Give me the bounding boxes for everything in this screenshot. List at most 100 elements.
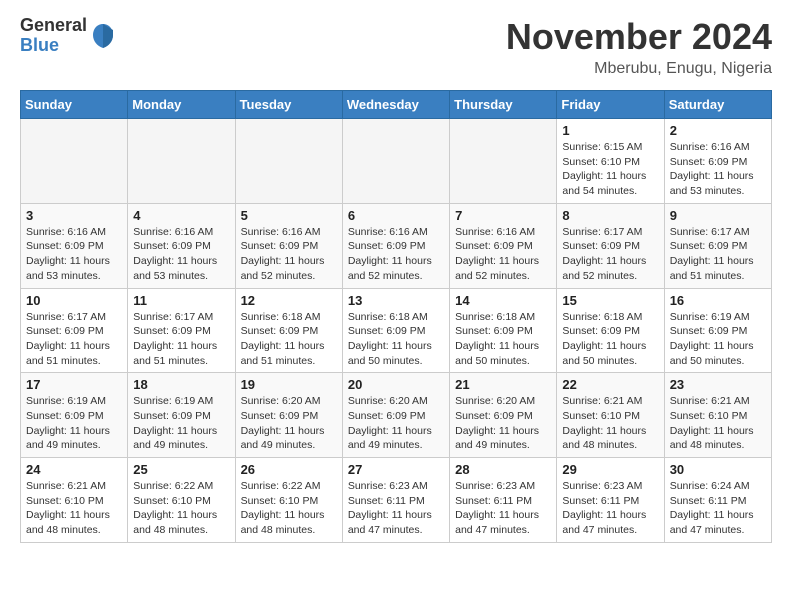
calendar-day-cell: 9 Sunrise: 6:17 AM Sunset: 6:09 PM Daylig… — [664, 203, 771, 288]
calendar-day-cell: 15 Sunrise: 6:18 AM Sunset: 6:09 PM Dayli… — [557, 288, 664, 373]
day-info: Sunrise: 6:16 AM Sunset: 6:09 PM Dayligh… — [670, 140, 766, 199]
calendar-day-cell: 13 Sunrise: 6:18 AM Sunset: 6:09 PM Dayli… — [342, 288, 449, 373]
day-number: 24 — [26, 462, 122, 477]
day-number: 12 — [241, 293, 337, 308]
day-info: Sunrise: 6:18 AM Sunset: 6:09 PM Dayligh… — [348, 310, 444, 369]
calendar-day-cell: 28Sunrise: 6:23 AM Sunset: 6:11 PM Dayli… — [450, 458, 557, 543]
day-info: Sunrise: 6:16 AM Sunset: 6:09 PM Dayligh… — [348, 225, 444, 284]
day-number: 4 — [133, 208, 229, 223]
day-number: 9 — [670, 208, 766, 223]
calendar-week-row: 10 Sunrise: 6:17 AM Sunset: 6:09 PM Dayli… — [21, 288, 772, 373]
day-info: Sunrise: 6:17 AM Sunset: 6:09 PM Dayligh… — [562, 225, 658, 284]
month-title: November 2024 — [506, 16, 772, 58]
day-info: Sunrise: 6:17 AM Sunset: 6:09 PM Dayligh… — [670, 225, 766, 284]
calendar-day-cell: 18 Sunrise: 6:19 AM Sunset: 6:09 PM Dayli… — [128, 373, 235, 458]
weekday-header: Saturday — [664, 91, 771, 119]
day-info: Sunrise: 6:19 AM Sunset: 6:09 PM Dayligh… — [670, 310, 766, 369]
calendar-day-cell: 20 Sunrise: 6:20 AM Sunset: 6:09 PM Dayli… — [342, 373, 449, 458]
weekday-header: Friday — [557, 91, 664, 119]
day-info: Sunrise: 6:20 AM Sunset: 6:09 PM Dayligh… — [348, 394, 444, 453]
logo: General Blue — [20, 16, 115, 56]
day-info: Sunrise: 6:24 AM Sunset: 6:11 PM Dayligh… — [670, 479, 766, 538]
calendar-day-cell: 30Sunrise: 6:24 AM Sunset: 6:11 PM Dayli… — [664, 458, 771, 543]
day-number: 23 — [670, 377, 766, 392]
weekday-header: Monday — [128, 91, 235, 119]
day-number: 6 — [348, 208, 444, 223]
day-number: 25 — [133, 462, 229, 477]
day-number: 22 — [562, 377, 658, 392]
day-info: Sunrise: 6:21 AM Sunset: 6:10 PM Dayligh… — [562, 394, 658, 453]
calendar-day-cell: 16 Sunrise: 6:19 AM Sunset: 6:09 PM Dayli… — [664, 288, 771, 373]
day-info: Sunrise: 6:18 AM Sunset: 6:09 PM Dayligh… — [562, 310, 658, 369]
calendar-day-cell: 7 Sunrise: 6:16 AM Sunset: 6:09 PM Daylig… — [450, 203, 557, 288]
day-info: Sunrise: 6:23 AM Sunset: 6:11 PM Dayligh… — [455, 479, 551, 538]
day-info: Sunrise: 6:17 AM Sunset: 6:09 PM Dayligh… — [26, 310, 122, 369]
calendar-day-cell: 11 Sunrise: 6:17 AM Sunset: 6:09 PM Dayli… — [128, 288, 235, 373]
day-number: 19 — [241, 377, 337, 392]
day-info: Sunrise: 6:15 AM Sunset: 6:10 PM Dayligh… — [562, 140, 658, 199]
calendar-day-cell: 23 Sunrise: 6:21 AM Sunset: 6:10 PM Dayli… — [664, 373, 771, 458]
day-number: 3 — [26, 208, 122, 223]
day-number: 18 — [133, 377, 229, 392]
calendar-day-cell — [128, 119, 235, 204]
calendar-day-cell: 8 Sunrise: 6:17 AM Sunset: 6:09 PM Daylig… — [557, 203, 664, 288]
calendar-day-cell — [342, 119, 449, 204]
day-number: 16 — [670, 293, 766, 308]
calendar-day-cell: 24Sunrise: 6:21 AM Sunset: 6:10 PM Dayli… — [21, 458, 128, 543]
day-info: Sunrise: 6:16 AM Sunset: 6:09 PM Dayligh… — [455, 225, 551, 284]
day-number: 14 — [455, 293, 551, 308]
day-info: Sunrise: 6:17 AM Sunset: 6:09 PM Dayligh… — [133, 310, 229, 369]
calendar-week-row: 17 Sunrise: 6:19 AM Sunset: 6:09 PM Dayli… — [21, 373, 772, 458]
calendar-day-cell — [235, 119, 342, 204]
calendar-day-cell: 4 Sunrise: 6:16 AM Sunset: 6:09 PM Daylig… — [128, 203, 235, 288]
logo-icon — [91, 22, 115, 50]
day-number: 10 — [26, 293, 122, 308]
day-info: Sunrise: 6:23 AM Sunset: 6:11 PM Dayligh… — [562, 479, 658, 538]
day-number: 15 — [562, 293, 658, 308]
calendar-day-cell: 2 Sunrise: 6:16 AM Sunset: 6:09 PM Daylig… — [664, 119, 771, 204]
calendar-day-cell: 27 Sunrise: 6:23 AM Sunset: 6:11 PM Dayli… — [342, 458, 449, 543]
day-number: 13 — [348, 293, 444, 308]
day-number: 5 — [241, 208, 337, 223]
day-number: 11 — [133, 293, 229, 308]
day-number: 17 — [26, 377, 122, 392]
day-info: Sunrise: 6:23 AM Sunset: 6:11 PM Dayligh… — [348, 479, 444, 538]
weekday-header: Thursday — [450, 91, 557, 119]
day-number: 8 — [562, 208, 658, 223]
location: Mberubu, Enugu, Nigeria — [506, 60, 772, 78]
calendar-week-row: 1 Sunrise: 6:15 AM Sunset: 6:10 PM Daylig… — [21, 119, 772, 204]
day-info: Sunrise: 6:21 AM Sunset: 6:10 PM Dayligh… — [670, 394, 766, 453]
day-info: Sunrise: 6:20 AM Sunset: 6:09 PM Dayligh… — [455, 394, 551, 453]
day-number: 1 — [562, 123, 658, 138]
calendar-day-cell: 12Sunrise: 6:18 AM Sunset: 6:09 PM Dayli… — [235, 288, 342, 373]
day-info: Sunrise: 6:18 AM Sunset: 6:09 PM Dayligh… — [455, 310, 551, 369]
day-info: Sunrise: 6:22 AM Sunset: 6:10 PM Dayligh… — [241, 479, 337, 538]
calendar-day-cell: 21Sunrise: 6:20 AM Sunset: 6:09 PM Dayli… — [450, 373, 557, 458]
calendar-day-cell — [450, 119, 557, 204]
day-info: Sunrise: 6:22 AM Sunset: 6:10 PM Dayligh… — [133, 479, 229, 538]
calendar-week-row: 3 Sunrise: 6:16 AM Sunset: 6:09 PM Daylig… — [21, 203, 772, 288]
day-number: 27 — [348, 462, 444, 477]
calendar-day-cell: 17Sunrise: 6:19 AM Sunset: 6:09 PM Dayli… — [21, 373, 128, 458]
calendar-day-cell: 3Sunrise: 6:16 AM Sunset: 6:09 PM Daylig… — [21, 203, 128, 288]
calendar-day-cell: 25 Sunrise: 6:22 AM Sunset: 6:10 PM Dayli… — [128, 458, 235, 543]
calendar-day-cell: 5Sunrise: 6:16 AM Sunset: 6:09 PM Daylig… — [235, 203, 342, 288]
calendar-day-cell: 6 Sunrise: 6:16 AM Sunset: 6:09 PM Daylig… — [342, 203, 449, 288]
day-number: 29 — [562, 462, 658, 477]
day-info: Sunrise: 6:19 AM Sunset: 6:09 PM Dayligh… — [133, 394, 229, 453]
calendar-header-row: SundayMondayTuesdayWednesdayThursdayFrid… — [21, 91, 772, 119]
calendar-day-cell: 1 Sunrise: 6:15 AM Sunset: 6:10 PM Daylig… — [557, 119, 664, 204]
calendar-day-cell: 22 Sunrise: 6:21 AM Sunset: 6:10 PM Dayli… — [557, 373, 664, 458]
calendar-day-cell: 29 Sunrise: 6:23 AM Sunset: 6:11 PM Dayli… — [557, 458, 664, 543]
title-section: November 2024 Mberubu, Enugu, Nigeria — [506, 16, 772, 78]
weekday-header: Tuesday — [235, 91, 342, 119]
day-info: Sunrise: 6:20 AM Sunset: 6:09 PM Dayligh… — [241, 394, 337, 453]
day-number: 20 — [348, 377, 444, 392]
logo-general-text: General — [20, 16, 87, 36]
day-number: 2 — [670, 123, 766, 138]
calendar-day-cell: 26Sunrise: 6:22 AM Sunset: 6:10 PM Dayli… — [235, 458, 342, 543]
calendar-day-cell: 10 Sunrise: 6:17 AM Sunset: 6:09 PM Dayli… — [21, 288, 128, 373]
calendar-day-cell: 19 Sunrise: 6:20 AM Sunset: 6:09 PM Dayli… — [235, 373, 342, 458]
day-number: 7 — [455, 208, 551, 223]
day-info: Sunrise: 6:16 AM Sunset: 6:09 PM Dayligh… — [133, 225, 229, 284]
